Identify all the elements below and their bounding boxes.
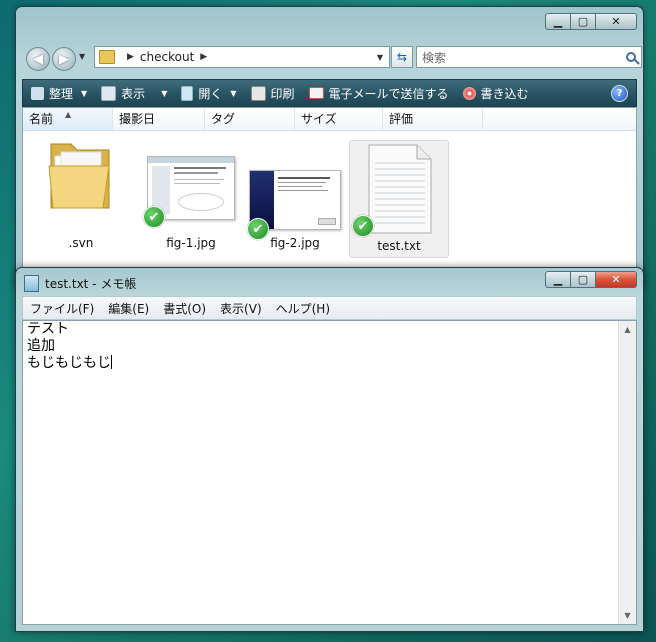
chevron-down-icon: ▼ (230, 88, 237, 98)
folder-icon (48, 143, 110, 209)
scroll-up-icon[interactable]: ▲ (619, 321, 636, 338)
editor-content[interactable]: テスト 追加 もじもじもじ (27, 321, 616, 372)
help-icon[interactable]: ? (611, 84, 628, 102)
column-header-label: 撮影日 (119, 112, 156, 126)
breadcrumb-checkout[interactable]: checkout (140, 50, 194, 64)
menu-format[interactable]: 書式(O) (156, 300, 213, 317)
file-list: ▲ 名前 撮影日 タグ サイズ 評価 .svn ✔ fig-1.jpg ✔ fi… (22, 107, 637, 285)
menu-file[interactable]: ファイル(F) (23, 300, 101, 317)
column-header-tags[interactable]: タグ (205, 108, 295, 130)
menu-edit[interactable]: 編集(E) (101, 300, 156, 317)
breadcrumb-chevron-icon[interactable]: ▶ (127, 52, 134, 62)
column-header-size[interactable]: サイズ (295, 108, 383, 130)
file-name: fig-2.jpg (270, 236, 320, 250)
address-dropdown-icon[interactable]: ▼ (377, 53, 383, 62)
address-bar[interactable]: ▶ checkout ▶ ▼ (94, 46, 390, 68)
text-line: テスト (27, 321, 69, 337)
organize-button[interactable]: 整理 ▼ (31, 85, 87, 102)
notepad-caption-buttons: ▁ ▢ ✕ (545, 271, 637, 288)
chevron-down-icon: ▼ (81, 88, 88, 98)
burn-button[interactable]: 書き込む (462, 85, 529, 102)
text-editor[interactable]: テスト 追加 もじもじもじ ▲ ▼ (22, 320, 637, 625)
column-header-date-taken[interactable]: 撮影日 (113, 108, 205, 130)
notepad-titlebar: test.txt - メモ帳 (24, 272, 136, 294)
command-bar: 整理 ▼ 表示 ▼ 開く ▼ 印刷 電子メールで送信する 書き込む ? (22, 79, 637, 107)
views-label: 表示 (121, 86, 146, 101)
close-button[interactable]: ✕ (595, 13, 637, 30)
search-input[interactable]: 検索 (416, 46, 642, 68)
print-label: 印刷 (270, 86, 295, 101)
file-name: fig-1.jpg (166, 236, 216, 250)
email-label: 電子メールで送信する (328, 86, 449, 101)
open-icon (181, 85, 194, 101)
views-icon (101, 85, 117, 101)
text-line: もじもじもじ (27, 355, 111, 371)
menu-help[interactable]: ヘルプ(H) (269, 300, 337, 317)
file-name: .svn (68, 236, 94, 250)
email-button[interactable]: 電子メールで送信する (308, 85, 449, 102)
search-icon[interactable] (626, 52, 636, 62)
text-file-icon (368, 144, 432, 234)
column-header-label: 評価 (389, 112, 414, 126)
svn-normal-overlay-icon: ✔ (143, 206, 165, 228)
print-icon (250, 85, 266, 101)
open-button[interactable]: 開く ▼ (181, 85, 237, 102)
file-item-test-txt[interactable]: ✔ test.txt (349, 140, 449, 258)
forward-button[interactable]: ▶ (52, 47, 76, 71)
text-caret (111, 355, 112, 369)
vertical-scrollbar[interactable]: ▲ ▼ (618, 321, 636, 624)
minimize-button[interactable]: ▁ (545, 13, 571, 30)
close-button[interactable]: ✕ (595, 271, 637, 288)
explorer-window: ▁ ▢ ✕ ◀ ▶ ▼ ▶ checkout ▶ ▼ ⇆ 検索 整理 ▼ 表示 … (15, 6, 644, 288)
column-header-label: サイズ (301, 112, 337, 126)
maximize-button[interactable]: ▢ (570, 271, 596, 288)
sort-ascending-icon: ▲ (65, 110, 72, 119)
back-button[interactable]: ◀ (26, 47, 50, 71)
file-item-svn[interactable]: .svn (31, 136, 131, 254)
address-row: ◀ ▶ ▼ ▶ checkout ▶ ▼ ⇆ 検索 (24, 44, 642, 72)
breadcrumb-chevron-icon[interactable]: ▶ (200, 52, 207, 62)
scroll-down-icon[interactable]: ▼ (619, 607, 636, 624)
views-button[interactable]: 表示 ▼ (101, 85, 167, 102)
recent-pages-dropdown[interactable]: ▼ (79, 52, 85, 61)
svn-normal-overlay-icon: ✔ (352, 215, 374, 237)
refresh-button[interactable]: ⇆ (391, 46, 413, 68)
minimize-button[interactable]: ▁ (545, 271, 571, 288)
column-header-name[interactable]: ▲ 名前 (23, 108, 113, 130)
email-icon (308, 87, 324, 99)
menu-bar: ファイル(F) 編集(E) 書式(O) 表示(V) ヘルプ(H) (22, 296, 637, 320)
search-placeholder: 検索 (422, 50, 447, 65)
organize-label: 整理 (49, 86, 74, 101)
folder-icon (99, 50, 115, 64)
file-item-fig-2[interactable]: ✔ fig-2.jpg (245, 136, 345, 254)
menu-view[interactable]: 表示(V) (213, 300, 269, 317)
organize-icon (31, 86, 44, 100)
column-header-rating[interactable]: 評価 (383, 108, 483, 130)
file-name: test.txt (377, 239, 421, 253)
notepad-icon (24, 274, 39, 292)
chevron-down-icon: ▼ (161, 88, 168, 98)
window-title: test.txt - メモ帳 (45, 276, 137, 291)
open-label: 開く (198, 86, 223, 101)
notepad-window: test.txt - メモ帳 ▁ ▢ ✕ ファイル(F) 編集(E) 書式(O)… (15, 267, 644, 632)
burn-icon (462, 86, 476, 100)
burn-label: 書き込む (480, 86, 529, 101)
maximize-button[interactable]: ▢ (570, 13, 596, 30)
explorer-caption-buttons: ▁ ▢ ✕ (545, 13, 637, 30)
text-line: 追加 (27, 338, 55, 354)
column-headers: ▲ 名前 撮影日 タグ サイズ 評価 (23, 108, 636, 131)
column-header-label: タグ (211, 112, 236, 126)
column-header-label: 名前 (29, 112, 54, 126)
file-item-fig-1[interactable]: ✔ fig-1.jpg (141, 136, 241, 254)
print-button[interactable]: 印刷 (250, 85, 295, 102)
